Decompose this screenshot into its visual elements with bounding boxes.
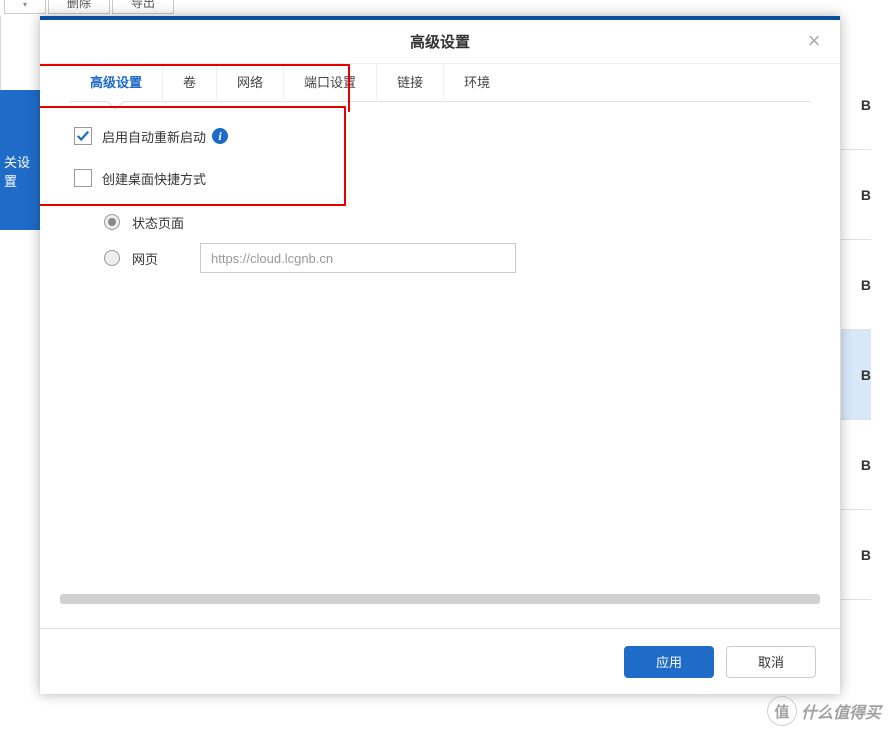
shortcut-checkbox[interactable] — [74, 169, 92, 187]
shortcut-radio-group: 状态页面 网页 — [104, 208, 806, 272]
radio-status[interactable] — [104, 214, 120, 230]
check-icon — [76, 129, 90, 143]
watermark-text: 什么值得买 — [801, 699, 881, 723]
radio-web[interactable] — [104, 250, 120, 266]
bg-right-row: B — [841, 240, 871, 330]
tab-port[interactable]: 端口设置 — [284, 64, 377, 102]
tab-network[interactable]: 网络 — [217, 64, 284, 102]
shortcut-row: 创建桌面快捷方式 — [74, 166, 806, 190]
radio-status-row: 状态页面 — [104, 208, 806, 236]
web-url-input[interactable] — [200, 243, 516, 273]
radio-web-row: 网页 — [104, 244, 806, 272]
modal-body: 高级设置 卷 网络 端口设置 链接 环境 启用自动重新启动 i 创建桌面快捷方式 — [40, 64, 840, 628]
bg-right-row: B — [841, 510, 871, 600]
tab-advanced[interactable]: 高级设置 — [70, 64, 163, 102]
auto-restart-checkbox[interactable] — [74, 127, 92, 145]
bg-tool-dropdown[interactable] — [4, 0, 46, 14]
tab-links[interactable]: 链接 — [377, 64, 444, 102]
bg-tool-export[interactable]: 导出 — [112, 0, 174, 14]
tab-bar: 高级设置 卷 网络 端口设置 链接 环境 — [70, 64, 810, 102]
bg-right-row: B — [841, 420, 871, 510]
tab-env[interactable]: 环境 — [444, 64, 510, 102]
form-area: 启用自动重新启动 i 创建桌面快捷方式 状态页面 网页 — [60, 102, 820, 272]
modal-title: 高级设置 — [410, 31, 470, 52]
background-right-column: B B B B B B — [841, 60, 871, 734]
watermark: 值 什么值得买 — [767, 696, 881, 726]
info-icon[interactable]: i — [212, 128, 228, 144]
auto-restart-row: 启用自动重新启动 i — [74, 124, 806, 148]
sidebar-label: 关设置 — [4, 155, 30, 189]
advanced-settings-modal: 高级设置 × 高级设置 卷 网络 端口设置 链接 环境 启用自动重新启动 i — [40, 16, 840, 694]
modal-header: 高级设置 × — [40, 20, 840, 64]
bg-right-row: B — [841, 60, 871, 150]
tab-volume[interactable]: 卷 — [163, 64, 217, 102]
background-sidebar: 关设置 — [0, 90, 40, 230]
horizontal-scrollbar[interactable] — [60, 594, 820, 604]
bg-right-row: B — [841, 150, 871, 240]
bg-right-row: B — [841, 330, 871, 420]
shortcut-label: 创建桌面快捷方式 — [102, 169, 206, 188]
bg-tool-delete[interactable]: 删除 — [48, 0, 110, 14]
auto-restart-label: 启用自动重新启动 — [102, 127, 206, 146]
radio-status-label: 状态页面 — [132, 213, 200, 232]
cancel-button[interactable]: 取消 — [726, 646, 816, 678]
watermark-badge-icon: 值 — [767, 696, 797, 726]
radio-web-label: 网页 — [132, 249, 200, 268]
close-icon[interactable]: × — [802, 30, 826, 54]
background-toolbar: 删除 导出 — [0, 0, 889, 16]
modal-footer: 应用 取消 — [40, 628, 840, 694]
apply-button[interactable]: 应用 — [624, 646, 714, 678]
